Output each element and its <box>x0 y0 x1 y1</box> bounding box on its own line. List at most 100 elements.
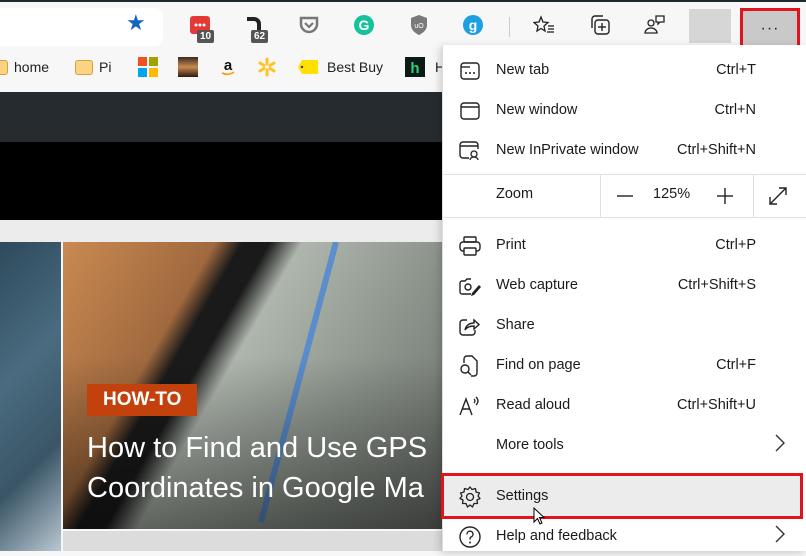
bookmark-label: home <box>14 59 50 75</box>
menu-item-find-on-page[interactable]: Find on page Ctrl+F <box>443 345 806 385</box>
menu-item-label: Find on page <box>496 357 581 373</box>
menu-item-web-capture[interactable]: Web capture Ctrl+Shift+S <box>443 265 806 305</box>
plus-icon <box>717 188 733 204</box>
menu-item-label: Settings <box>496 488 549 504</box>
zoom-out-button[interactable] <box>609 180 641 212</box>
bookmark-walmart[interactable] <box>257 46 277 88</box>
profile-avatar[interactable] <box>689 9 731 43</box>
walmart-spark-icon <box>258 57 276 77</box>
svg-text:g: g <box>469 17 478 33</box>
bookmark-label: Pi <box>99 59 112 75</box>
feedback-people-icon <box>644 15 665 34</box>
grasshopper-icon: g <box>463 15 483 35</box>
extension-badge: 62 <box>251 30 269 43</box>
menu-item-settings[interactable]: Settings <box>443 476 806 516</box>
bookmark-label: Best Buy <box>327 59 384 75</box>
bookmark-amazon[interactable]: a <box>220 46 236 88</box>
svg-text:a: a <box>224 57 233 74</box>
photo-thumbnail-icon <box>178 57 198 77</box>
feedback-button[interactable] <box>644 14 666 36</box>
zoom-separator <box>600 174 601 217</box>
settings-and-more-button[interactable]: ··· <box>740 8 800 50</box>
menu-item-shortcut: Ctrl+F <box>716 357 756 373</box>
best-buy-tag-icon <box>298 60 318 74</box>
amazon-logo-icon: a <box>221 57 235 76</box>
chevron-right-icon <box>775 525 785 548</box>
read-aloud-icon <box>459 396 479 416</box>
menu-item-shortcut: Ctrl+Shift+N <box>677 142 756 158</box>
menu-item-new-tab[interactable]: New tab Ctrl+T <box>443 50 806 90</box>
menu-item-new-inprivate-window[interactable]: New InPrivate window Ctrl+Shift+N <box>443 130 806 170</box>
menu-item-new-window[interactable]: New window Ctrl+N <box>443 90 806 130</box>
share-icon <box>459 318 481 336</box>
article-thumbnail-bottom[interactable] <box>63 531 442 551</box>
menu-item-print[interactable]: Print Ctrl+P <box>443 225 806 265</box>
folder-icon <box>0 59 8 75</box>
article-thumbnail-left[interactable] <box>0 242 61 551</box>
new-window-icon <box>460 102 480 120</box>
menu-divider <box>443 217 806 218</box>
ublock-shield-icon: uO <box>411 15 427 35</box>
menu-item-share[interactable]: Share <box>443 305 806 345</box>
menu-item-label: New window <box>496 102 578 118</box>
zoom-separator <box>753 174 754 217</box>
gear-icon <box>459 486 481 508</box>
menu-item-shortcut: Ctrl+Shift+U <box>677 397 756 413</box>
web-capture-icon <box>459 278 481 296</box>
site-banner <box>0 142 442 220</box>
zoom-level-value: 125% <box>653 186 691 202</box>
menu-item-help-and-feedback[interactable]: Help and feedback <box>443 516 806 556</box>
favorites-button[interactable] <box>533 14 555 36</box>
bookmark-home[interactable]: home <box>0 46 49 88</box>
menu-item-more-tools[interactable]: More tools <box>443 425 806 465</box>
fullscreen-button[interactable] <box>762 180 794 212</box>
collections-button[interactable] <box>589 14 611 36</box>
menu-item-read-aloud[interactable]: Read aloud Ctrl+Shift+U <box>443 385 806 425</box>
menu-item-label: More tools <box>496 437 564 453</box>
menu-item-label: Read aloud <box>496 397 571 413</box>
grammarly-extension-button[interactable]: G <box>353 14 375 36</box>
favorites-star-list-icon <box>533 15 554 33</box>
bookmark-pi[interactable]: Pi <box>75 46 111 88</box>
menu-item-label: Share <box>496 317 535 333</box>
print-icon <box>459 236 481 256</box>
collections-icon <box>591 15 610 35</box>
microsoft-logo-icon <box>138 57 158 77</box>
fullscreen-expand-icon <box>769 187 787 205</box>
menu-item-label: New tab <box>496 62 550 78</box>
svg-text:uO: uO <box>414 23 424 30</box>
bookmark-microsoft[interactable] <box>138 46 158 88</box>
bookmark-best-buy[interactable]: Best Buy <box>298 46 383 88</box>
menu-item-shortcut: Ctrl+T <box>716 62 756 78</box>
zoom-in-button[interactable] <box>709 180 741 212</box>
new-tab-icon <box>460 62 480 80</box>
favorite-star-icon[interactable]: ★ <box>126 12 146 34</box>
bookmark-photo[interactable] <box>178 46 198 88</box>
menu-item-shortcut: Ctrl+Shift+S <box>677 277 756 293</box>
inprivate-window-icon <box>459 141 479 161</box>
site-header-bar <box>0 92 442 142</box>
featured-article-card[interactable]: HOW-TO How to Find and Use GPS Coordinat… <box>63 242 442 529</box>
help-question-icon <box>459 526 481 548</box>
grasshopper-extension-button[interactable]: g <box>462 14 484 36</box>
todoist-extension-button[interactable]: 10 <box>189 14 215 43</box>
browser-toolbar: ★ 10 62 G uO g ··· <box>0 0 806 50</box>
menu-item-label: New InPrivate window <box>496 142 639 158</box>
dashlane-extension-button[interactable]: 62 <box>243 14 269 43</box>
pocket-extension-button[interactable] <box>298 14 320 36</box>
web-page-content: HOW-TO How to Find and Use GPS Coordinat… <box>0 88 442 551</box>
headline-line: Coordinates in Google Ma <box>87 472 424 504</box>
h-logo-icon: h <box>405 57 425 77</box>
folder-icon <box>75 59 93 75</box>
category-badge[interactable]: HOW-TO <box>87 384 198 416</box>
chevron-right-icon <box>775 434 785 457</box>
menu-item-label: Help and feedback <box>496 528 617 544</box>
zoom-control-row: Zoom 125% <box>443 174 806 217</box>
minus-icon <box>617 195 633 197</box>
zoom-label: Zoom <box>496 186 534 202</box>
more-dots-icon: ··· <box>760 20 780 37</box>
bookmark-h[interactable]: h H <box>405 46 445 88</box>
menu-item-label: Web capture <box>496 277 578 293</box>
ublock-extension-button[interactable]: uO <box>408 14 430 36</box>
article-headline[interactable]: How to Find and Use GPS Coordinates in G… <box>87 428 427 508</box>
